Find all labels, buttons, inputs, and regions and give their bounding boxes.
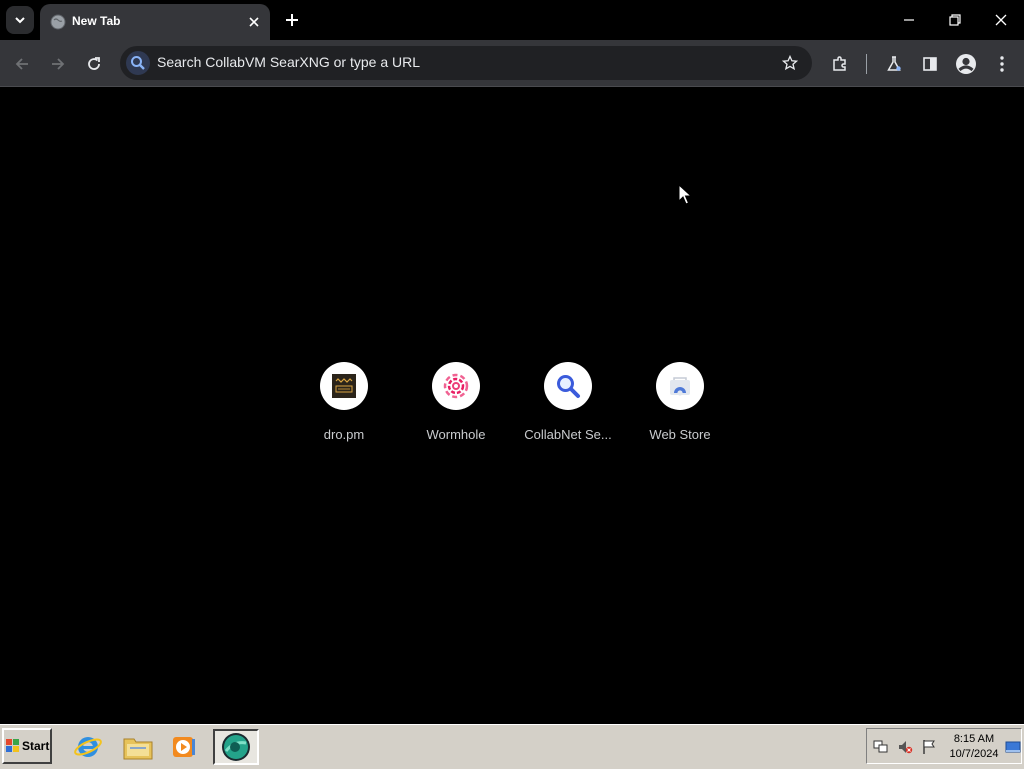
back-button[interactable] xyxy=(8,50,36,78)
close-window-button[interactable] xyxy=(978,0,1024,40)
arrow-left-icon xyxy=(15,58,28,70)
show-desktop-icon[interactable] xyxy=(1005,739,1021,755)
shortcut-wormhole[interactable]: Wormhole xyxy=(400,362,512,452)
restore-icon xyxy=(949,14,961,26)
puzzle-icon xyxy=(833,56,846,71)
system-tray: 8:15 AM 10/7/2024 xyxy=(866,728,1022,764)
minimize-icon xyxy=(904,19,914,21)
tab-close-button[interactable] xyxy=(246,14,262,30)
new-tab-button[interactable] xyxy=(280,8,304,32)
restore-button[interactable] xyxy=(932,0,978,40)
clock-time[interactable]: 8:15 AM xyxy=(941,733,1007,745)
mouse-cursor-icon xyxy=(678,184,692,205)
network-icon[interactable] xyxy=(873,739,889,755)
shortcut-icon-container xyxy=(544,362,592,410)
start-label: Start xyxy=(22,739,50,753)
side-panel-button[interactable] xyxy=(916,50,944,78)
globe-icon xyxy=(50,14,66,30)
volume-muted-icon[interactable] xyxy=(897,739,913,755)
shortcut-label: Wormhole xyxy=(426,427,486,442)
reload-button[interactable] xyxy=(80,50,108,78)
start-button[interactable]: Start xyxy=(2,728,52,764)
chevron-down-icon xyxy=(15,17,25,24)
dro-pm-icon xyxy=(332,374,356,398)
action-center-flag-icon[interactable] xyxy=(921,739,937,755)
wormhole-icon xyxy=(443,373,469,399)
windows-logo-icon xyxy=(6,739,19,752)
internet-explorer-icon xyxy=(74,737,102,757)
bookmark-star-button[interactable] xyxy=(780,53,800,73)
internet-explorer-button[interactable] xyxy=(70,729,106,765)
shortcut-label: Web Store xyxy=(649,427,711,442)
file-explorer-button[interactable] xyxy=(120,729,156,765)
forward-button[interactable] xyxy=(44,50,72,78)
profile-button[interactable] xyxy=(952,50,980,78)
flask-icon xyxy=(887,56,901,71)
chrome-taskbar-button[interactable] xyxy=(213,729,259,765)
plus-icon xyxy=(286,14,298,26)
shortcut-icon-container xyxy=(320,362,368,410)
browser-icon xyxy=(222,733,250,761)
address-bar-placeholder: Search CollabVM SearXNG or type a URL xyxy=(157,54,420,70)
shortcut-collabnet-search[interactable]: CollabNet Se... xyxy=(512,362,624,452)
close-icon xyxy=(995,14,1007,26)
toolbar-divider xyxy=(866,54,867,74)
shortcut-label: dro.pm xyxy=(323,427,365,442)
shortcut-label: CollabNet Se... xyxy=(524,427,612,442)
address-bar[interactable]: Search CollabVM SearXNG or type a URL xyxy=(120,46,812,80)
folder-icon xyxy=(123,738,153,760)
toolbar: Search CollabVM SearXNG or type a URL xyxy=(0,40,1024,87)
minimize-button[interactable] xyxy=(886,0,932,40)
media-player-icon xyxy=(173,737,195,757)
tab-new-tab[interactable]: New Tab xyxy=(40,4,270,40)
shortcut-dro-pm[interactable]: dro.pm xyxy=(288,362,400,452)
labs-button[interactable] xyxy=(880,50,908,78)
tab-title: New Tab xyxy=(72,14,121,28)
search-icon xyxy=(557,375,580,398)
star-icon xyxy=(782,55,798,71)
avatar-icon xyxy=(956,54,976,74)
close-icon xyxy=(249,17,259,27)
shortcut-icon-container xyxy=(432,362,480,410)
web-store-icon xyxy=(670,377,690,396)
shortcut-web-store[interactable]: Web Store xyxy=(624,362,736,452)
title-bar: New Tab xyxy=(0,0,1024,40)
tab-search-button[interactable] xyxy=(6,6,34,34)
search-icon xyxy=(126,51,150,75)
menu-button[interactable] xyxy=(988,50,1016,78)
shortcut-icon-container xyxy=(656,362,704,410)
taskbar: Start 8:15 AM 10/7/2024 xyxy=(0,724,1024,769)
extensions-button[interactable] xyxy=(826,50,854,78)
more-vert-icon xyxy=(1000,56,1004,72)
clock-date[interactable]: 10/7/2024 xyxy=(941,748,1007,760)
arrow-right-icon xyxy=(52,58,65,70)
reload-icon xyxy=(88,57,100,70)
side-panel-icon xyxy=(923,57,937,71)
media-player-button[interactable] xyxy=(166,729,202,765)
